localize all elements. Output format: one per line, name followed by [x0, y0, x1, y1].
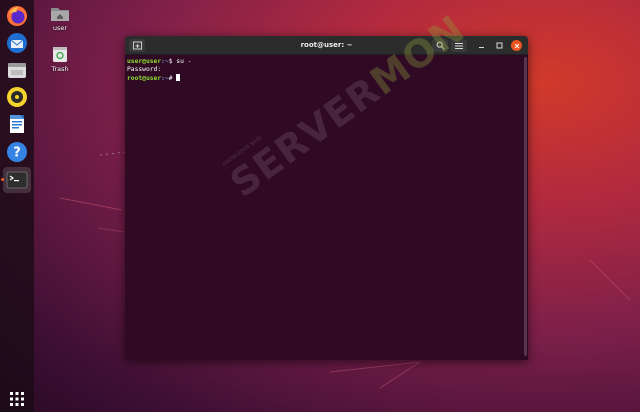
dock-item-terminal[interactable]	[3, 167, 31, 193]
dock-item-firefox[interactable]	[3, 3, 31, 29]
terminal-titlebar[interactable]: root@user: ~	[125, 36, 528, 55]
show-applications-icon	[10, 392, 24, 406]
dock: ?	[0, 0, 34, 412]
dock-item-files[interactable]	[3, 57, 31, 83]
search-icon	[436, 41, 445, 50]
dock-item-writer[interactable]	[3, 111, 31, 137]
svg-text:?: ?	[13, 146, 21, 161]
maximize-icon	[496, 42, 503, 49]
prompt-path: :~	[161, 58, 169, 65]
libreoffice-writer-icon	[10, 115, 24, 133]
prompt-user: user@user	[127, 58, 162, 65]
desktop-icon-label: Trash	[51, 65, 69, 73]
rhythmbox-icon	[7, 87, 27, 107]
firefox-icon	[7, 6, 27, 26]
dock-item-help[interactable]: ?	[3, 139, 31, 165]
maximize-button[interactable]	[493, 39, 506, 52]
terminal-output[interactable]: user@user:~$ su - Password: root@user:~#	[125, 55, 528, 360]
home-folder-icon	[51, 8, 69, 21]
terminal-title: root@user: ~	[300, 41, 353, 49]
dock-item-rhythmbox[interactable]	[3, 84, 31, 110]
thunderbird-icon	[7, 33, 27, 53]
command-text: su -	[172, 58, 192, 65]
terminal-window[interactable]: root@user: ~ user@user:~$ su - Password:…	[125, 36, 528, 360]
terminal-line: user@user:~$ su -	[127, 58, 526, 66]
desktop-icon-trash[interactable]: Trash	[40, 45, 80, 73]
prompt-path: :~	[161, 75, 169, 82]
hamburger-menu-icon	[455, 42, 463, 49]
close-button[interactable]	[511, 40, 522, 51]
output-text: Password:	[127, 66, 162, 73]
minimize-button[interactable]	[475, 39, 488, 52]
terminal-line: root@user:~#	[127, 74, 526, 83]
dock-item-thunderbird[interactable]	[3, 30, 31, 56]
show-applications-button[interactable]	[3, 386, 31, 412]
close-icon	[514, 43, 519, 48]
desktop-icon-label: user	[52, 24, 68, 32]
help-icon: ?	[7, 142, 27, 162]
desktop-icon-user[interactable]: user	[40, 6, 80, 32]
terminal-line: Password:	[127, 66, 526, 74]
terminal-scrollbar[interactable]	[524, 57, 527, 356]
search-button[interactable]	[432, 39, 448, 52]
text-cursor	[176, 74, 181, 81]
menu-button[interactable]	[451, 39, 467, 52]
trash-icon	[53, 47, 67, 62]
terminal-icon	[6, 171, 28, 189]
prompt-user: root@user	[127, 75, 162, 82]
minimize-icon	[479, 47, 484, 48]
files-icon	[8, 63, 26, 78]
